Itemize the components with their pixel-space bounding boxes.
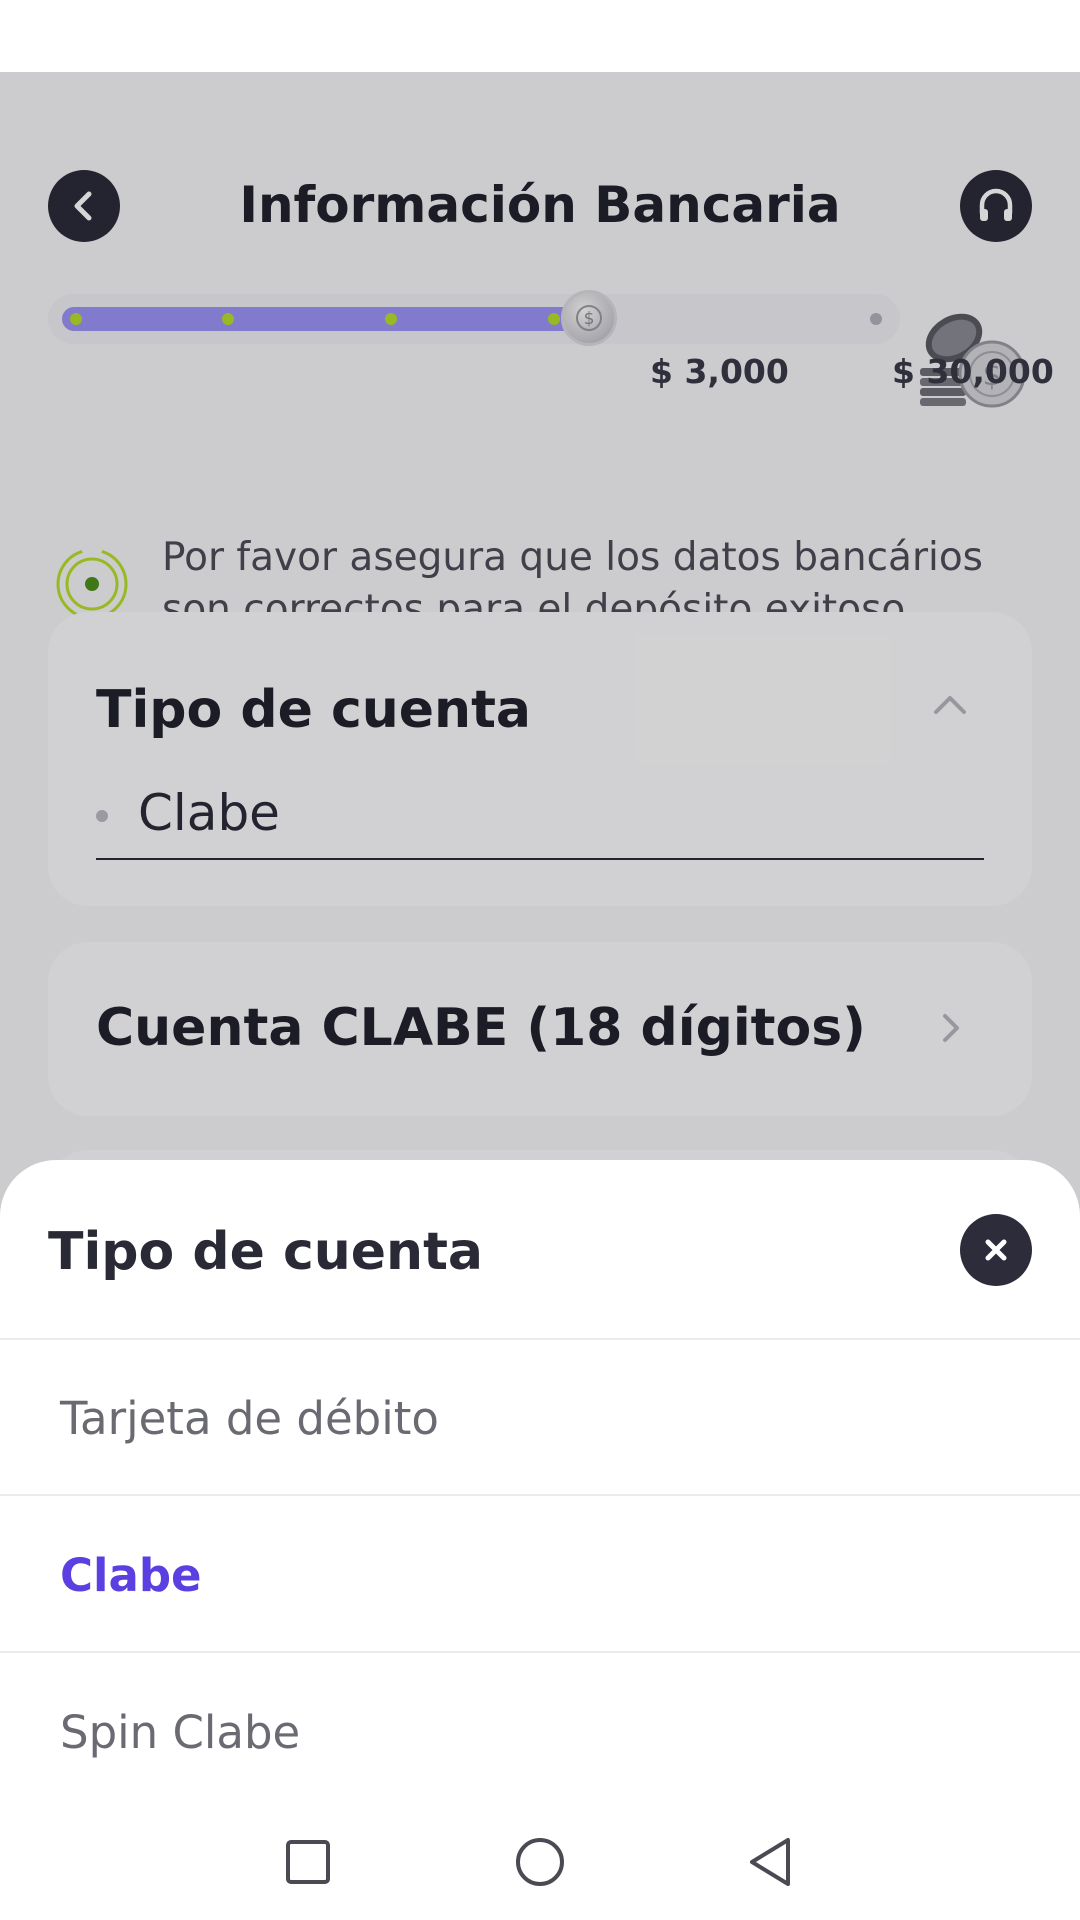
sheet-header: Tipo de cuenta [0, 1160, 1080, 1340]
back-nav-button[interactable] [738, 1830, 802, 1894]
option-debit-card[interactable]: Tarjeta de débito [0, 1340, 1080, 1496]
home-button[interactable] [508, 1830, 572, 1894]
status-bar [0, 0, 1080, 72]
close-icon [985, 1239, 1007, 1261]
sheet-title: Tipo de cuenta [48, 1222, 484, 1282]
circle-icon [516, 1838, 564, 1886]
square-icon [286, 1840, 330, 1884]
option-clabe[interactable]: Clabe [0, 1497, 1080, 1653]
option-label: Clabe [60, 1549, 202, 1602]
option-label: Spin Clabe [60, 1706, 301, 1759]
option-label: Tarjeta de débito [60, 1392, 439, 1445]
close-button[interactable] [960, 1214, 1032, 1286]
system-nav-bar [0, 1800, 1080, 1920]
recent-apps-button[interactable] [276, 1830, 340, 1894]
option-spin-clabe[interactable]: Spin Clabe [0, 1654, 1080, 1810]
triangle-back-icon [750, 1838, 790, 1886]
